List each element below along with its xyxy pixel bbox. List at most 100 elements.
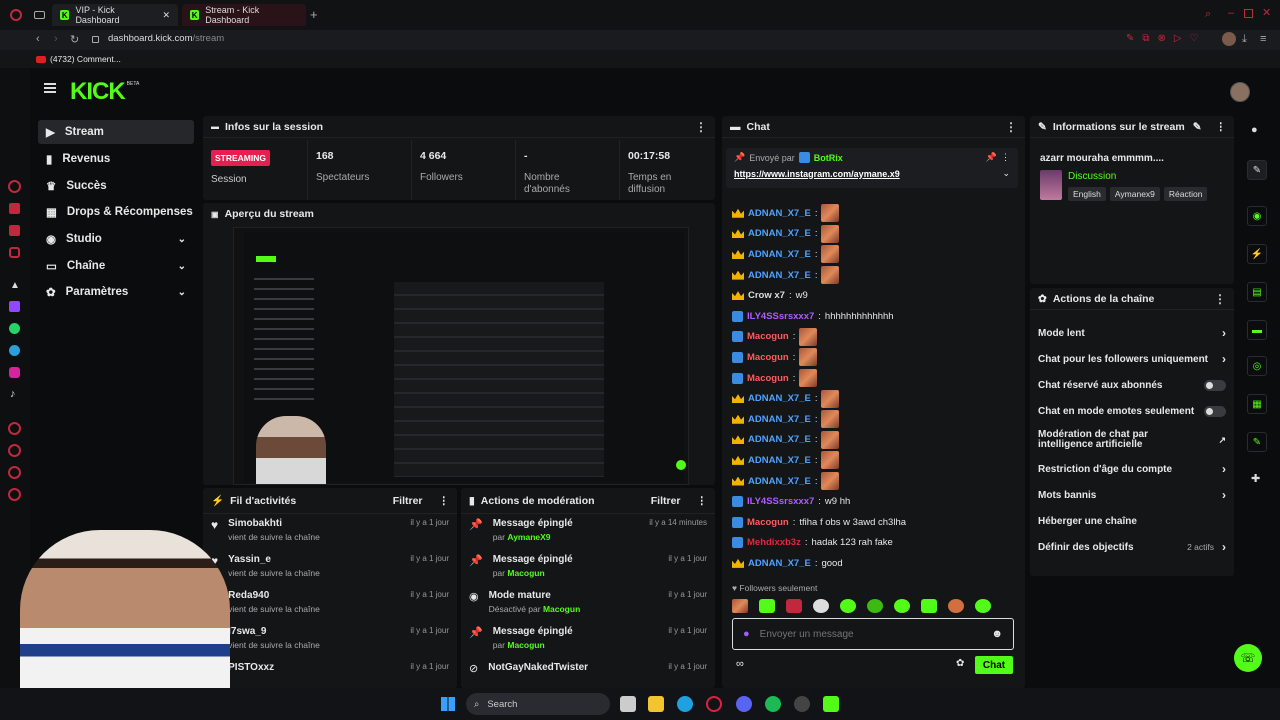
tag[interactable]: Réaction	[1163, 187, 1208, 201]
telegram-icon[interactable]	[9, 345, 20, 356]
more-options-icon[interactable]: ⋮	[1005, 120, 1017, 134]
chat-username[interactable]: ADNAN_X7_E	[748, 270, 811, 281]
tag[interactable]: English	[1068, 187, 1106, 201]
mod-user[interactable]: Macogun	[507, 640, 544, 650]
emote-icon[interactable]	[894, 599, 910, 613]
sidebar-item-parametres[interactable]: ✿ Paramètres ⌄	[38, 280, 194, 304]
mod-user[interactable]: AymaneX9	[507, 532, 550, 542]
close-window-icon[interactable]: ✕	[1262, 6, 1271, 19]
history-icon[interactable]	[8, 180, 21, 193]
forward-icon[interactable]: ›	[54, 33, 58, 45]
emote-icon[interactable]	[786, 599, 802, 613]
chat-username[interactable]: ADNAN_X7_E	[748, 455, 811, 466]
tab-list-icon[interactable]	[34, 11, 45, 19]
gear-side-icon[interactable]	[8, 488, 21, 501]
spotify-icon[interactable]	[765, 696, 781, 712]
sidebar-item-stream[interactable]: ▶ Stream	[38, 120, 194, 144]
opera-logo-icon[interactable]	[10, 9, 22, 21]
file-explorer-icon[interactable]	[648, 696, 664, 712]
chat-username[interactable]: ADNAN_X7_E	[748, 228, 811, 239]
chat-username[interactable]: ADNAN_X7_E	[748, 476, 811, 487]
emote-icon[interactable]	[921, 599, 937, 613]
channel-action-item[interactable]: Mode lent ›	[1030, 320, 1234, 346]
menu-icon[interactable]: ≡	[1260, 33, 1266, 45]
extension-icons[interactable]: ✎⧉⊗▷♡	[1126, 33, 1207, 44]
channel-action-item[interactable]: Mots bannis ›	[1030, 482, 1234, 508]
chat-username[interactable]: ADNAN_X7_E	[748, 558, 811, 569]
bag-icon[interactable]	[9, 203, 20, 214]
instagram-icon-2[interactable]	[9, 367, 20, 378]
url-field[interactable]: dashboard.kick.com/stream	[108, 33, 224, 44]
category-name[interactable]: Discussion	[1068, 171, 1116, 182]
channel-action-item[interactable]: Définir des objectifs 2 actifs ›	[1030, 534, 1234, 560]
channel-action-item[interactable]: Héberger une chaîne	[1030, 508, 1234, 534]
discord-icon[interactable]	[736, 696, 752, 712]
channel-action-item[interactable]: Chat pour les followers uniquement ›	[1030, 346, 1234, 372]
panel-icon[interactable]: ▤	[1247, 282, 1267, 302]
twitch-icon[interactable]	[9, 301, 20, 312]
emote-icon[interactable]	[867, 599, 883, 613]
toggle-switch[interactable]	[1204, 405, 1226, 417]
pinned-user[interactable]: BotRix	[814, 153, 843, 163]
chat-icon[interactable]: ▬	[1247, 320, 1267, 340]
reload-icon[interactable]: ↻	[70, 33, 79, 46]
chat-username[interactable]: ADNAN_X7_E	[748, 249, 811, 260]
mic-icon[interactable]: ●	[743, 628, 750, 640]
mod-user[interactable]: Macogun	[543, 604, 580, 614]
close-tab-icon[interactable]: ✕	[162, 10, 170, 21]
chat-username[interactable]: Crow x7	[748, 290, 785, 301]
taskbar-search[interactable]: ⌕ Search	[466, 693, 610, 715]
info-icon[interactable]: ●	[1251, 124, 1258, 136]
filter-button[interactable]: Filtrer	[393, 495, 423, 507]
more-options-icon[interactable]: ⋮	[697, 495, 708, 507]
edit-icon[interactable]: ✎	[1247, 160, 1267, 180]
windows-start-icon[interactable]	[441, 697, 455, 711]
more-options-icon[interactable]: ⋮	[439, 495, 450, 507]
pinned-message[interactable]: 📌 Envoyé par BotRix 📌 ⋮ https://www.inst…	[726, 148, 1018, 188]
settings-icon[interactable]: ✿	[956, 658, 964, 669]
emoji-icon[interactable]: ☻	[991, 628, 1003, 640]
sidebar-item-drops[interactable]: ▦ Drops & Récompenses	[38, 200, 194, 224]
channel-action-item[interactable]: Chat en mode emotes seulement	[1030, 398, 1234, 424]
mod-user[interactable]: Macogun	[507, 568, 544, 578]
camera-icon[interactable]: ◉	[1247, 206, 1267, 226]
chat-username[interactable]: Macogun	[747, 331, 789, 342]
activity-user[interactable]: Yassin_e	[228, 554, 320, 565]
minimize-icon[interactable]: –	[1228, 7, 1234, 19]
activity-user[interactable]: Reda940	[228, 590, 320, 601]
instagram-icon[interactable]	[9, 247, 20, 258]
edge-icon[interactable]	[677, 696, 693, 712]
chat-username[interactable]: ILY4SSsrsxxx7	[747, 311, 814, 322]
pinned-link[interactable]: https://www.instagram.com/aymane.x9	[734, 169, 900, 179]
stream-video[interactable]	[233, 227, 689, 485]
toggle-switch[interactable]	[1204, 379, 1226, 391]
unpin-icon[interactable]: 📌	[986, 152, 997, 163]
chat-username[interactable]: ILY4SSsrsxxx7	[747, 496, 814, 507]
more-options-icon[interactable]: ⋮	[695, 120, 707, 134]
chat-username[interactable]: Macogun	[747, 352, 789, 363]
chat-username[interactable]: Macogun	[747, 373, 789, 384]
sidebar-item-succes[interactable]: ♛ Succès	[38, 174, 194, 198]
chat-username[interactable]: ADNAN_X7_E	[748, 208, 811, 219]
kick-logo[interactable]: KICK BETA	[70, 78, 139, 106]
activity-user[interactable]: PISTOxxz	[228, 662, 274, 673]
chat-message-input[interactable]	[759, 628, 982, 640]
emote-icon[interactable]	[759, 599, 775, 613]
support-button[interactable]: ☏	[1234, 644, 1262, 672]
back-icon[interactable]: ‹	[36, 33, 40, 45]
youtube-bookmark[interactable]: (4732) Comment...	[36, 54, 121, 64]
maximize-icon[interactable]	[1244, 9, 1253, 18]
new-tab-icon[interactable]: +	[310, 7, 318, 22]
download-icon[interactable]: ⤓	[1242, 33, 1247, 46]
more-options-icon[interactable]: ⋮	[1214, 292, 1226, 306]
sidebar-item-revenus[interactable]: ▮ Revenus	[38, 147, 194, 171]
wrench-icon[interactable]: ✎	[1247, 432, 1267, 452]
channel-action-item[interactable]: Modération de chat par intelligence arti…	[1030, 424, 1234, 456]
profile-avatar[interactable]	[1222, 32, 1236, 46]
filter-button[interactable]: Filtrer	[651, 495, 681, 507]
obs-icon[interactable]	[794, 696, 810, 712]
hamburger-menu-icon[interactable]	[44, 83, 56, 93]
chevron-down-icon[interactable]: ⌄	[1002, 168, 1010, 179]
chat-username[interactable]: ADNAN_X7_E	[748, 414, 811, 425]
browser-tab-vip[interactable]: K VIP - Kick Dashboard ✕	[52, 4, 178, 26]
